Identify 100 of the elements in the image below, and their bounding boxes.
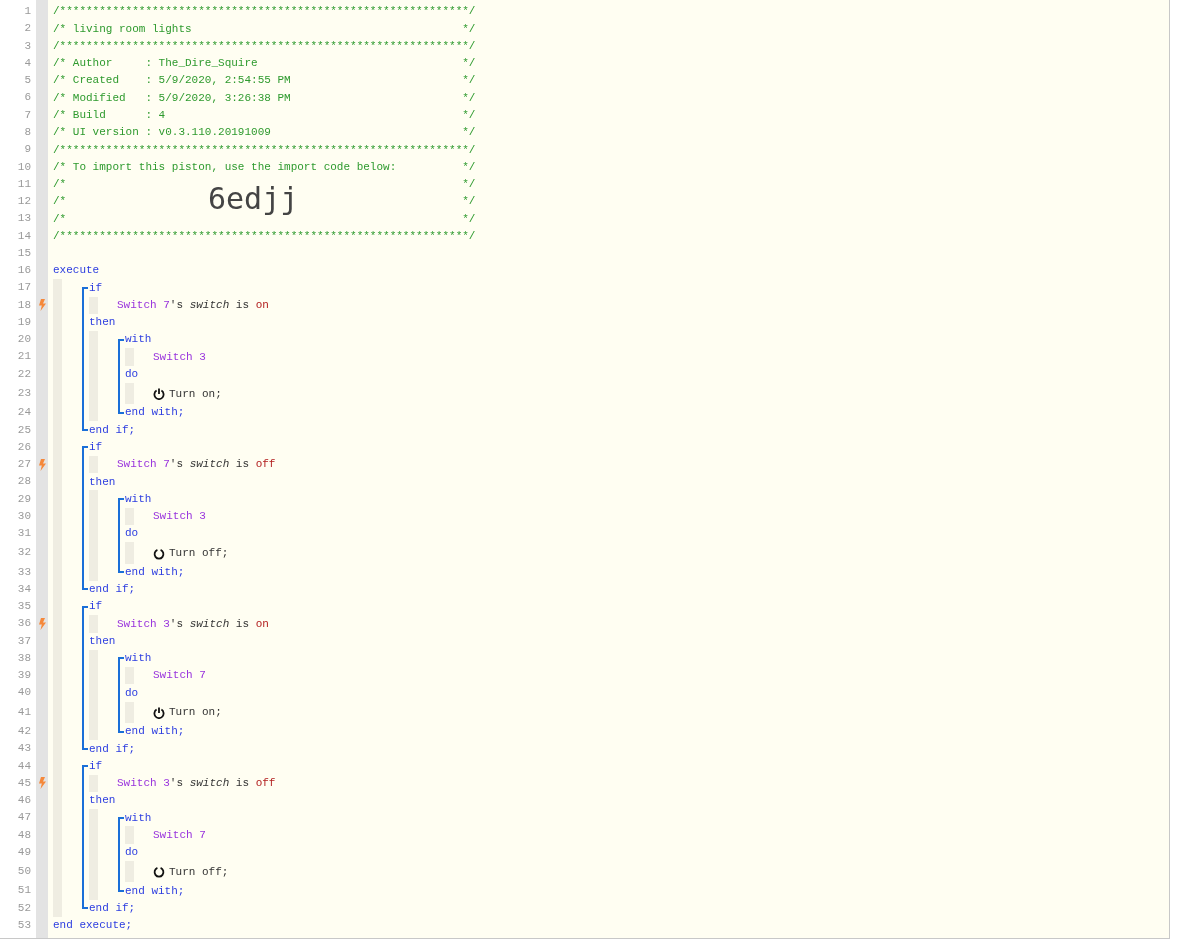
line-number: 9: [23, 144, 32, 156]
code-comment: /**************************************************************/: [53, 142, 476, 158]
action-text: Turn on;: [169, 386, 222, 402]
line-number: 38: [16, 652, 32, 664]
line-number: 37: [16, 635, 32, 647]
comment-end: */: [462, 21, 476, 37]
code-keyword: with: [125, 651, 152, 667]
line-number: 15: [16, 247, 32, 259]
line-number: 27: [16, 459, 32, 471]
code-comment: /*: [53, 194, 67, 210]
line-number: 5: [23, 75, 32, 87]
code-comment: /* Modified : 5/9/2020, 3:26:38 PM: [53, 90, 291, 106]
comment-end: */: [462, 211, 476, 227]
comment-end: */: [462, 125, 476, 141]
code-keyword: end if;: [89, 422, 136, 438]
code-comment: /**************************************************************/: [53, 228, 476, 244]
code-keyword: then: [89, 315, 116, 331]
code-keyword: if: [89, 280, 103, 296]
line-number: 43: [16, 743, 32, 755]
condition-text: Switch 3's switch is on: [117, 616, 269, 632]
code-comment: /* To import this piston, use the import code below:: [53, 159, 397, 175]
action-text: Turn off;: [169, 864, 229, 880]
line-number: 34: [16, 583, 32, 595]
code-keyword: then: [89, 793, 116, 809]
comment-end: */: [462, 194, 476, 210]
line-number: 4: [23, 57, 32, 69]
line-number: 13: [16, 213, 32, 225]
code-comment: /**************************************************************/: [53, 4, 476, 20]
line-number: 18: [16, 299, 32, 311]
device-name: Switch 7: [153, 668, 206, 684]
comment-end: */: [462, 56, 476, 72]
code-keyword: if: [89, 758, 103, 774]
condition-text: Switch 3's switch is off: [117, 776, 276, 792]
code-keyword: end with;: [125, 883, 185, 899]
line-number: 7: [23, 109, 32, 121]
code-comment: /**************************************************************/: [53, 38, 476, 54]
line-number: 3: [23, 40, 32, 52]
line-number: 23: [16, 387, 32, 399]
line-number: 19: [16, 316, 32, 328]
code-keyword: with: [125, 810, 152, 826]
code-keyword: if: [89, 599, 103, 615]
code-comment: /* Created : 5/9/2020, 2:54:55 PM: [53, 73, 291, 89]
line-number: 10: [16, 161, 32, 173]
code-keyword: with: [125, 491, 152, 507]
code-comment: /* Author : The_Dire_Squire: [53, 56, 258, 72]
code-keyword: do: [125, 366, 139, 382]
line-number: 2: [23, 23, 32, 35]
comment-end: */: [462, 107, 476, 123]
line-number: 49: [16, 846, 32, 858]
line-number: 16: [16, 265, 32, 277]
code-keyword: do: [125, 845, 139, 861]
code-keyword: end with;: [125, 405, 185, 421]
code-comment: /* living room lights: [53, 21, 192, 37]
code-comment: /* Build : 4: [53, 107, 166, 123]
code-comment: /* UI version : v0.3.110.20191009: [53, 125, 271, 141]
line-number: 45: [16, 777, 32, 789]
code-comment: /*: [53, 177, 67, 193]
line-number: 11: [16, 178, 32, 190]
code-keyword: with: [125, 332, 152, 348]
line-number: 47: [16, 812, 32, 824]
line-number: 35: [16, 601, 32, 613]
comment-end: */: [462, 159, 476, 175]
code-keyword: do: [125, 685, 139, 701]
line-number: 29: [16, 493, 32, 505]
comment-end: */: [462, 177, 476, 193]
line-number: 51: [16, 885, 32, 897]
line-number: 46: [16, 795, 32, 807]
code-keyword: end with;: [125, 564, 185, 580]
line-number: 48: [16, 829, 32, 841]
code-keyword: then: [89, 633, 116, 649]
ring-icon: [153, 547, 165, 560]
line-number: 6: [23, 92, 32, 104]
power-icon: [153, 388, 165, 401]
line-number: 20: [16, 334, 32, 346]
line-number: 50: [16, 866, 32, 878]
code-keyword: execute: [53, 263, 100, 279]
comment-end: */: [462, 73, 476, 89]
code-comment: /*: [53, 211, 67, 227]
code-keyword: end with;: [125, 724, 185, 740]
line-number: 30: [16, 510, 32, 522]
code-keyword: end if;: [89, 900, 136, 916]
line-number: 40: [16, 687, 32, 699]
code-keyword: do: [125, 526, 139, 542]
condition-text: Switch 7's switch is off: [117, 457, 276, 473]
device-name: Switch 3: [153, 349, 206, 365]
line-number: 32: [16, 547, 32, 559]
condition-text: Switch 7's switch is on: [117, 297, 269, 313]
device-name: Switch 7: [153, 827, 206, 843]
import-code: 6edjj: [208, 184, 299, 215]
line-number: 41: [16, 706, 32, 718]
device-name: Switch 3: [153, 509, 206, 525]
line-number: 14: [16, 230, 32, 242]
code-keyword: then: [89, 474, 116, 490]
line-number: 53: [16, 919, 32, 931]
code-keyword: end execute;: [53, 918, 133, 934]
line-number: 52: [16, 902, 32, 914]
line-number: 28: [16, 476, 32, 488]
line-number: 25: [16, 424, 32, 436]
line-number: 39: [16, 670, 32, 682]
comment-end: */: [462, 90, 476, 106]
